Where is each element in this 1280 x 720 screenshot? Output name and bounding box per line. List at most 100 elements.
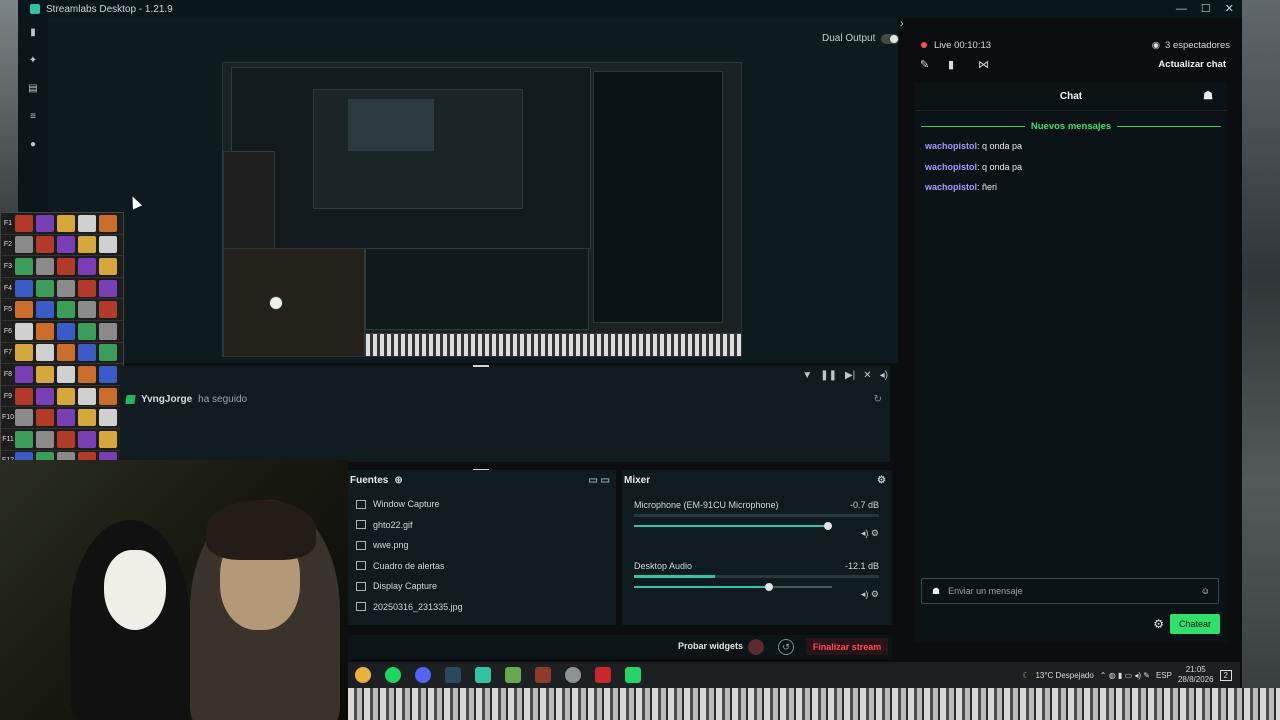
chat-panel: Chat ☗ Nuevos mensajes wachopistol: q on… xyxy=(915,82,1227,642)
minimize-icon[interactable]: — xyxy=(1176,0,1187,18)
game-launcher-icon[interactable] xyxy=(505,667,521,683)
chat-badge-icon[interactable]: ☗ xyxy=(932,586,940,597)
clock[interactable]: 21:05 28/8/2026 xyxy=(1178,665,1214,685)
chat-username[interactable]: wachopistol xyxy=(925,162,977,172)
discord-icon[interactable] xyxy=(415,667,431,683)
volume-icon[interactable]: ◂) xyxy=(880,370,888,381)
replay-buffer-icon[interactable]: ↺ xyxy=(778,639,794,655)
notification-count: 2 xyxy=(1223,670,1228,680)
weather-label[interactable]: 13°C Despejado xyxy=(1035,671,1093,680)
chat-settings-icon[interactable]: ⚙ xyxy=(1153,617,1164,631)
recent-events-panel: ▼ ❚❚ ▶| ✕ ◂) YvngJorge ha seguido ↻ xyxy=(120,366,890,462)
edit-stream-info-icon[interactable]: ✎ xyxy=(920,58,929,71)
dual-output-control[interactable]: Dual Output xyxy=(822,33,900,44)
hotbar-slot-icon xyxy=(36,322,54,340)
notifications-icon[interactable]: 2 xyxy=(1219,669,1232,681)
activity-event[interactable]: YvngJorge ha seguido xyxy=(125,394,247,405)
chrome-icon[interactable] xyxy=(355,667,371,683)
source-label: Window Capture xyxy=(373,499,440,510)
source-label: wwe.png xyxy=(373,540,409,551)
channel-settings-icon[interactable]: ⚙ xyxy=(871,528,879,538)
channel-db: -12.1 dB xyxy=(844,561,879,571)
emoji-icon[interactable]: ☺ xyxy=(1201,586,1210,596)
collapse-chevron-icon[interactable]: › xyxy=(900,18,904,30)
volume-slider[interactable] xyxy=(634,522,833,530)
whatsapp-icon[interactable] xyxy=(625,667,641,683)
hotbar-slot-icon xyxy=(36,301,54,319)
hotbar-slot-icon xyxy=(15,214,33,232)
editor-footer: Probar widgets ↺ Finalizar stream xyxy=(348,635,892,659)
tray-icons[interactable]: ⌃ ◍ ▮ ▭ ◂) ✎ xyxy=(1100,671,1150,680)
chat-send-button[interactable]: Chatear xyxy=(1170,614,1220,634)
volume-slider[interactable] xyxy=(634,583,832,591)
close-icon[interactable]: ✕ xyxy=(1225,0,1234,18)
hotbar-key-label: F5 xyxy=(3,306,13,314)
hotbar-slot-icon xyxy=(99,365,117,383)
hotbar-row: F7 xyxy=(1,343,123,365)
add-source-icon[interactable]: ⊕ xyxy=(394,475,402,486)
chat-input[interactable]: ☗ Enviar un mensaje ☺ xyxy=(921,578,1219,604)
maximize-icon[interactable]: ☐ xyxy=(1201,0,1211,18)
chat-popout-icon[interactable]: ☗ xyxy=(1203,89,1213,102)
mixer-settings-icon[interactable]: ⚙ xyxy=(877,475,886,486)
layers-icon[interactable]: ≡ xyxy=(18,102,48,130)
spotify-icon[interactable] xyxy=(385,667,401,683)
folder-icon[interactable]: ▭ ▭ xyxy=(588,475,610,486)
hotbar-row: F9 xyxy=(1,386,123,408)
filter-icon[interactable]: ▼ xyxy=(802,370,812,381)
source-item[interactable]: wwe.png xyxy=(348,535,616,556)
source-item[interactable]: Cuadro de alertas xyxy=(348,556,616,577)
hotbar-slot-icon xyxy=(99,257,117,275)
source-type-icon xyxy=(356,561,366,571)
source-type-icon xyxy=(356,602,366,612)
source-item[interactable]: 20250316_231335.jpg xyxy=(348,597,616,618)
record-button[interactable] xyxy=(748,639,764,655)
source-item[interactable]: Window Capture xyxy=(348,494,616,515)
repeat-alert-icon[interactable]: ↻ xyxy=(874,394,882,405)
refresh-chat-button[interactable]: Actualizar chat xyxy=(1158,59,1226,70)
chat-username[interactable]: wachopistol xyxy=(925,141,977,151)
chat-username[interactable]: wachopistol xyxy=(925,182,977,192)
studio-editor-icon[interactable]: ▮ xyxy=(18,18,48,46)
hotbar-slot-icon xyxy=(15,279,33,297)
pause-icon[interactable]: ❚❚ xyxy=(820,370,837,381)
source-item[interactable]: ghto22.gif xyxy=(348,515,616,536)
mute-alerts-icon[interactable]: ✕ xyxy=(863,370,871,381)
archive-icon[interactable] xyxy=(535,667,551,683)
highlighter-icon[interactable]: ● xyxy=(18,130,48,158)
channel-name: Desktop Audio xyxy=(634,561,693,571)
settings-taskbar-icon[interactable] xyxy=(565,667,581,683)
hotbar-row: F5 xyxy=(1,299,123,321)
window-titlebar: Streamlabs Desktop - 1.21.9 — ☐ ✕ xyxy=(18,0,1242,18)
chat-text: : q onda pa xyxy=(977,141,1023,151)
clip-icon[interactable]: ▮ xyxy=(948,58,954,71)
resize-handle-top[interactable] xyxy=(473,365,489,367)
hotbar-key-label: F6 xyxy=(3,327,13,335)
eye-icon: ◉ xyxy=(1151,40,1161,51)
dual-output-toggle[interactable] xyxy=(881,33,900,44)
mute-icon[interactable]: ◂) xyxy=(861,528,869,538)
source-label: ghto22.gif xyxy=(373,519,413,530)
themes-icon[interactable]: ✦ xyxy=(18,46,48,74)
music-app-icon[interactable] xyxy=(595,667,611,683)
language-indicator[interactable]: ESP xyxy=(1156,671,1172,680)
channel-settings-icon[interactable]: ⚙ xyxy=(871,589,879,599)
skip-alert-icon[interactable]: ▶| xyxy=(845,370,855,381)
desktop-wallpaper-bottom xyxy=(348,688,1280,720)
source-type-icon xyxy=(356,499,366,509)
hotbar-slot-icon xyxy=(15,365,33,383)
streamer-hair xyxy=(206,500,316,560)
source-item[interactable]: Display Capture xyxy=(348,576,616,597)
mute-icon[interactable]: ◂) xyxy=(861,589,869,599)
stream-preview[interactable] xyxy=(222,62,742,357)
nested-desktop-strip xyxy=(365,333,741,356)
app-store-icon[interactable]: ▤ xyxy=(18,74,48,102)
streamlabs-taskbar-icon[interactable] xyxy=(475,667,491,683)
hotbar-slot-icon xyxy=(36,257,54,275)
hotbar-slot-icon xyxy=(57,301,75,319)
share-icon[interactable]: ⋈ xyxy=(978,58,989,71)
mixer-panel: Mixer ⚙ Microphone (EM-91CU Microphone) … xyxy=(622,470,892,625)
end-stream-button[interactable]: Finalizar stream xyxy=(806,638,888,655)
steam-icon[interactable] xyxy=(445,667,461,683)
chat-header: Chat ☗ xyxy=(915,82,1227,111)
